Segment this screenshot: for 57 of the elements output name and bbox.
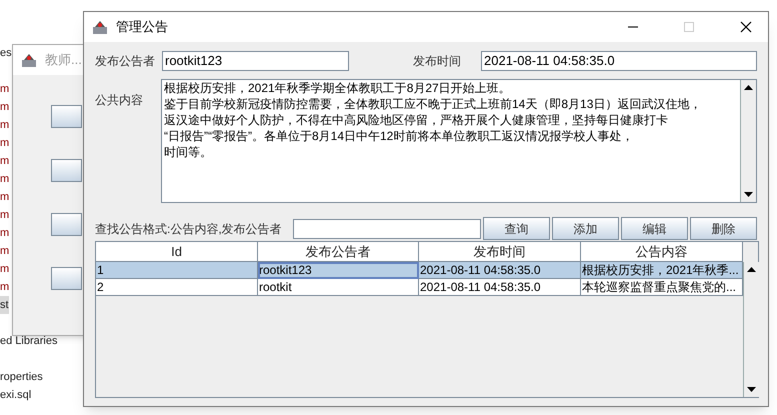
content-line: “日报告”“零报告”。各单位于8月14日中午12时前将本单位教职工返汉情况报学校人事处， xyxy=(164,128,634,144)
tree-item[interactable]: st xyxy=(0,296,9,314)
table-cell: 本轮巡察监督重点聚焦党的... xyxy=(581,279,743,296)
tree-item[interactable]: roperties xyxy=(0,368,43,386)
content-line: 鉴于目前学校新冠疫情防控需要，全体教职工应不晚于正式上班前14天（即8月13日）返回武汉住地， xyxy=(164,96,702,112)
tree-item[interactable]: m xyxy=(0,206,10,224)
tree-item[interactable]: m xyxy=(0,260,10,278)
menu-button[interactable] xyxy=(51,159,82,182)
action-button[interactable]: 删除 xyxy=(690,217,757,240)
content-line: 返汉途中做好个人防护，不得在中高风险地区停留，严格开展个人健康管理，坚持每日健康打卡 xyxy=(164,112,669,128)
app-icon xyxy=(92,19,108,35)
content-line: 根据校历安排，2021年秋季学期全体教职工于8月27日开始上班。 xyxy=(164,80,512,96)
tree-item[interactable]: m xyxy=(0,188,10,206)
vertical-scrollbar[interactable] xyxy=(740,80,756,202)
publisher-field[interactable]: rootkit123 xyxy=(162,50,349,70)
field-label: 发布时间 xyxy=(413,52,462,70)
window-title: 教师... xyxy=(45,51,82,70)
minimize-icon[interactable] xyxy=(628,26,638,28)
tree-item[interactable]: m xyxy=(0,224,10,242)
tree-item[interactable]: m xyxy=(0,80,10,98)
table-cell: rootkit123 xyxy=(258,262,419,279)
close-icon[interactable] xyxy=(740,21,752,33)
window-title: 管理公告 xyxy=(116,18,169,36)
column-header[interactable]: 发布公告者 xyxy=(258,242,419,262)
table-cell: rootkit xyxy=(258,279,419,296)
app-icon xyxy=(21,52,37,68)
column-header[interactable]: 发布时间 xyxy=(419,242,581,262)
content-text-area[interactable]: 根据校历安排，2021年秋季学期全体教职工于8月27日开始上班。 鉴于目前学校新冠疫情防控需要，全体教职工应不晚于正式上班前14天（即8月13日）返回武汉住地， 返汉途中做好个人防护，不得在中高风险地区停留，严格开展个人健康管理，坚持每日健康打卡 “日报告”“零报告”。各单位于8月14日中午12时前将本单位教职工返汉情况报学校人事处， 时间等。 xyxy=(161,79,757,203)
table-cell: 2 xyxy=(96,279,258,296)
menu-button[interactable] xyxy=(51,105,82,128)
menu-button[interactable] xyxy=(51,213,82,236)
table-cell: 1 xyxy=(96,262,258,279)
search-label: 查找公告格式:公告内容,发布公告者 xyxy=(95,220,283,238)
search-field[interactable] xyxy=(293,218,481,238)
column-header[interactable]: Id xyxy=(96,242,258,262)
tree-item[interactable]: ed Libraries xyxy=(0,332,58,350)
tree-item[interactable]: es xyxy=(0,44,12,62)
action-button[interactable]: 查询 xyxy=(483,217,550,240)
tree-item[interactable]: m xyxy=(0,152,10,170)
action-button[interactable]: 添加 xyxy=(552,217,619,240)
tree-item[interactable]: m xyxy=(0,98,10,116)
column-header[interactable]: 公告内容 xyxy=(581,242,743,262)
table-cell: 2021-08-11 04:58:35.0 xyxy=(419,279,581,296)
tree-item[interactable]: exi.sql xyxy=(0,386,32,404)
tree-item[interactable]: m xyxy=(0,170,10,188)
time-field[interactable]: 2021-08-11 04:58:35.0 xyxy=(481,50,757,70)
tree-item[interactable]: m xyxy=(0,116,10,134)
field-label: 公共内容 xyxy=(95,92,143,109)
action-button[interactable]: 编辑 xyxy=(621,217,688,240)
tree-item[interactable]: m xyxy=(0,278,10,296)
field-label: 发布公告者 xyxy=(95,52,156,70)
tree-item[interactable]: m xyxy=(0,242,10,260)
content-line: 时间等。 xyxy=(164,144,213,160)
table-cell: 2021-08-11 04:58:35.0 xyxy=(419,262,581,279)
tree-item[interactable]: m xyxy=(0,134,10,152)
menu-button[interactable] xyxy=(51,267,82,290)
table-cell: 根据校历安排，2021年秋季... xyxy=(581,262,743,279)
